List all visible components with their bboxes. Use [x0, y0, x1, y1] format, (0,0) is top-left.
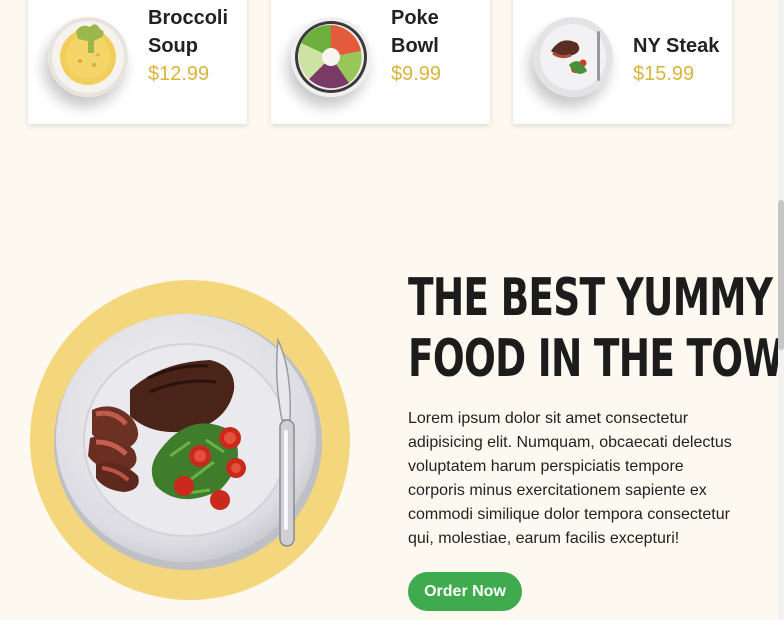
menu-cards-row: Broccoli Soup $12.99 Poke Bowl $9.99 NY …	[28, 0, 732, 125]
hero-headline-line1: THE BEST YUMMY	[408, 268, 773, 328]
broccoli-soup-image	[48, 17, 128, 97]
menu-card-broccoli-soup[interactable]: Broccoli Soup $12.99	[28, 0, 247, 124]
hero-description: Lorem ipsum dolor sit amet consectetur a…	[408, 410, 732, 547]
hero-headline: THE BEST YUMMY FOOD IN THE TOWN	[408, 268, 784, 390]
hero-headline-line2: FOOD IN THE TOWN	[408, 329, 784, 389]
scrollbar-thumb[interactable]	[778, 200, 784, 350]
menu-card-price: $15.99	[633, 63, 695, 85]
menu-card-poke-bowl[interactable]: Poke Bowl $9.99	[271, 0, 490, 124]
order-now-button[interactable]: Order Now	[408, 572, 522, 611]
menu-card-price: $12.99	[148, 63, 210, 85]
poke-bowl-image	[291, 17, 371, 97]
ny-steak-image	[533, 17, 613, 97]
menu-card-name: Poke Bowl	[391, 7, 439, 57]
menu-card-price: $9.99	[391, 63, 442, 85]
menu-card-name: NY Steak	[633, 35, 720, 57]
steak-plate-image	[54, 314, 322, 570]
menu-card-name: Broccoli Soup	[148, 7, 229, 57]
menu-card-ny-steak[interactable]: NY Steak $15.99	[513, 0, 732, 124]
